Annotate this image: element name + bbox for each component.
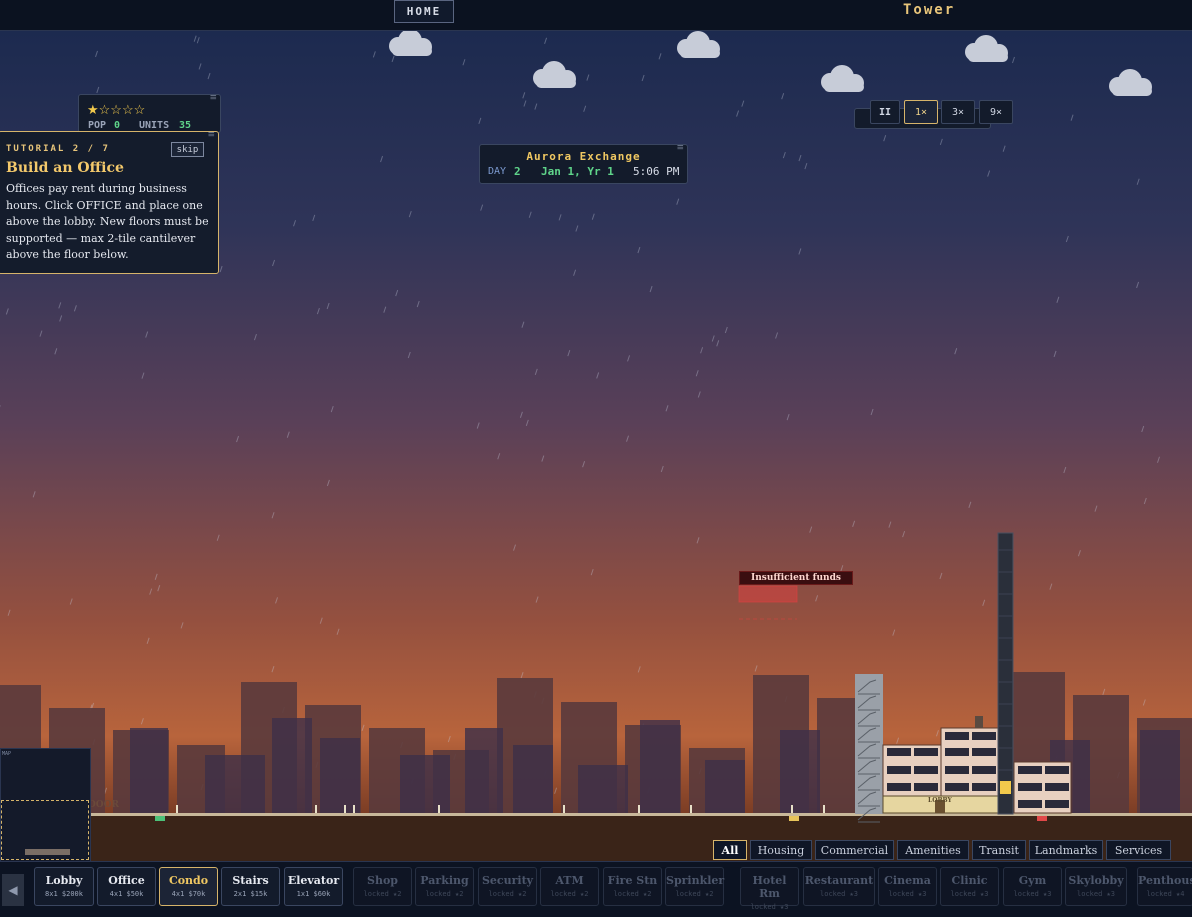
pop-value: 0 bbox=[114, 120, 120, 131]
tool-name: Hotel Rm bbox=[741, 874, 798, 900]
tool-skylobby[interactable]: Skylobby locked ★3 bbox=[1065, 867, 1127, 906]
tutorial-body: Offices pay rent during business hours. … bbox=[6, 181, 209, 264]
tool-name: ATM bbox=[541, 874, 598, 887]
day-value: 2 bbox=[514, 165, 521, 178]
minimap[interactable]: MAP bbox=[0, 748, 91, 862]
skip-button[interactable]: skip bbox=[171, 142, 204, 157]
filter-transit[interactable]: Transit bbox=[972, 840, 1026, 860]
tool-cost: locked ★3 bbox=[741, 903, 798, 911]
tool-restaurant[interactable]: Restaurant locked ★3 bbox=[803, 867, 875, 906]
tool-elevator[interactable]: Elevator 1x1 $60k bbox=[284, 867, 343, 906]
tool-shop[interactable]: Shop locked ★2 bbox=[353, 867, 412, 906]
tool-name: Clinic bbox=[941, 874, 998, 887]
tool-name: Fire Stn bbox=[604, 874, 661, 887]
day-label: DAY bbox=[488, 166, 506, 177]
tower-name: Aurora Exchange bbox=[480, 150, 687, 163]
insufficient-funds-label: Insufficient funds bbox=[739, 571, 853, 585]
tool-cost: locked ★3 bbox=[941, 890, 998, 898]
scroll-left-icon[interactable]: ◀ bbox=[2, 874, 24, 906]
units-value: 35 bbox=[179, 120, 191, 131]
menu-icon[interactable]: ≡ bbox=[209, 96, 217, 101]
tool-cost: 1x1 $60k bbox=[285, 890, 342, 898]
tool-office[interactable]: Office 4x1 $50k bbox=[97, 867, 156, 906]
top-bar bbox=[0, 0, 1192, 31]
tool-cost: locked ★4 bbox=[1138, 890, 1192, 898]
elevator-shaft[interactable] bbox=[998, 533, 1013, 814]
tool-sprinkler[interactable]: Sprinkler locked ★2 bbox=[665, 867, 724, 906]
tool-name: Cinema bbox=[879, 874, 936, 887]
tool-gym[interactable]: Gym locked ★3 bbox=[1003, 867, 1062, 906]
tool-clinic[interactable]: Clinic locked ★3 bbox=[940, 867, 999, 906]
tool-cinema[interactable]: Cinema locked ★3 bbox=[878, 867, 937, 906]
tool-name: Gym bbox=[1004, 874, 1061, 887]
tool-cost: 4x1 $70k bbox=[160, 890, 217, 898]
filter-commercial[interactable]: Commercial bbox=[815, 840, 894, 860]
tool-atm[interactable]: ATM locked ★2 bbox=[540, 867, 599, 906]
tool-name: Sprinkler bbox=[666, 874, 723, 887]
tool-lobby[interactable]: Lobby 8x1 $200k bbox=[34, 867, 94, 906]
tool-name: Skylobby bbox=[1066, 874, 1126, 887]
tool-name: Office bbox=[98, 874, 155, 887]
tool-penthouse[interactable]: Penthouse locked ★4 bbox=[1137, 867, 1192, 906]
filter-amenities[interactable]: Amenities bbox=[897, 840, 969, 860]
tool-cost: locked ★2 bbox=[479, 890, 536, 898]
date-label: Jan 1, Yr 1 bbox=[541, 165, 614, 178]
filter-services[interactable]: Services bbox=[1106, 840, 1171, 860]
star-rating: ★☆☆☆☆ bbox=[87, 103, 145, 118]
pause-button[interactable]: II bbox=[870, 100, 900, 124]
tool-name: Shop bbox=[354, 874, 411, 887]
tool-cost: locked ★3 bbox=[1066, 890, 1126, 898]
tool-name: Condo bbox=[160, 874, 217, 887]
time-label: 5:06 PM bbox=[633, 165, 679, 178]
tool-hotel-room[interactable]: Hotel Rmlocked ★3 bbox=[740, 867, 799, 906]
menu-icon[interactable]: ≡ bbox=[207, 133, 215, 138]
tool-stairs[interactable]: Stairs 2x1 $15k bbox=[221, 867, 280, 906]
tool-name: Parking bbox=[416, 874, 473, 887]
stairs-building[interactable] bbox=[855, 674, 883, 822]
tool-name: Elevator bbox=[285, 874, 342, 887]
tool-parking[interactable]: Parking locked ★2 bbox=[415, 867, 474, 906]
tool-name: Lobby bbox=[35, 874, 93, 887]
tool-cost: 8x1 $200k bbox=[35, 890, 93, 898]
filter-all[interactable]: All bbox=[713, 840, 747, 860]
tool-cost: locked ★2 bbox=[416, 890, 473, 898]
tool-name: Security bbox=[479, 874, 536, 887]
tool-cost: locked ★3 bbox=[1004, 890, 1061, 898]
speed-3x-button[interactable]: 3× bbox=[941, 100, 975, 124]
tutorial-title: Build an Office bbox=[6, 160, 124, 176]
pop-label: POP bbox=[88, 120, 106, 131]
tutorial-step: TUTORIAL 2 / 7 bbox=[6, 144, 110, 154]
door-label: DOOR bbox=[88, 800, 119, 810]
units-label: UNITS bbox=[139, 120, 169, 131]
tool-cost: 4x1 $50k bbox=[98, 890, 155, 898]
filter-landmarks[interactable]: Landmarks bbox=[1029, 840, 1103, 860]
home-button[interactable]: HOME bbox=[394, 0, 454, 23]
tool-cost: 2x1 $15k bbox=[222, 890, 279, 898]
tool-fire-station[interactable]: Fire Stn locked ★2 bbox=[603, 867, 662, 906]
minimap-label: MAP bbox=[2, 751, 11, 757]
speed-1x-button[interactable]: 1× bbox=[904, 100, 938, 124]
tool-security[interactable]: Security locked ★2 bbox=[478, 867, 537, 906]
tool-cost: locked ★3 bbox=[879, 890, 936, 898]
tool-name: Stairs bbox=[222, 874, 279, 887]
minimap-tower bbox=[25, 849, 70, 855]
tool-cost: locked ★2 bbox=[354, 890, 411, 898]
tool-cost: locked ★2 bbox=[666, 890, 723, 898]
tutorial-panel: ≡ TUTORIAL 2 / 7 skip Build an Office Of… bbox=[0, 131, 219, 274]
app-title: Tower bbox=[903, 2, 955, 18]
tool-name: Restaurant bbox=[804, 874, 874, 887]
speed-9x-button[interactable]: 9× bbox=[979, 100, 1013, 124]
filter-housing[interactable]: Housing bbox=[750, 840, 812, 860]
tool-cost: locked ★2 bbox=[604, 890, 661, 898]
tool-cost: locked ★2 bbox=[541, 890, 598, 898]
clock-panel: ≡ Aurora Exchange DAY 2 Jan 1, Yr 1 5:06… bbox=[479, 144, 688, 184]
tool-name: Penthouse bbox=[1138, 874, 1192, 887]
tool-condo[interactable]: Condo 4x1 $70k bbox=[159, 867, 218, 906]
lobby-label: LOBBY bbox=[928, 797, 952, 804]
tool-cost: locked ★3 bbox=[804, 890, 874, 898]
